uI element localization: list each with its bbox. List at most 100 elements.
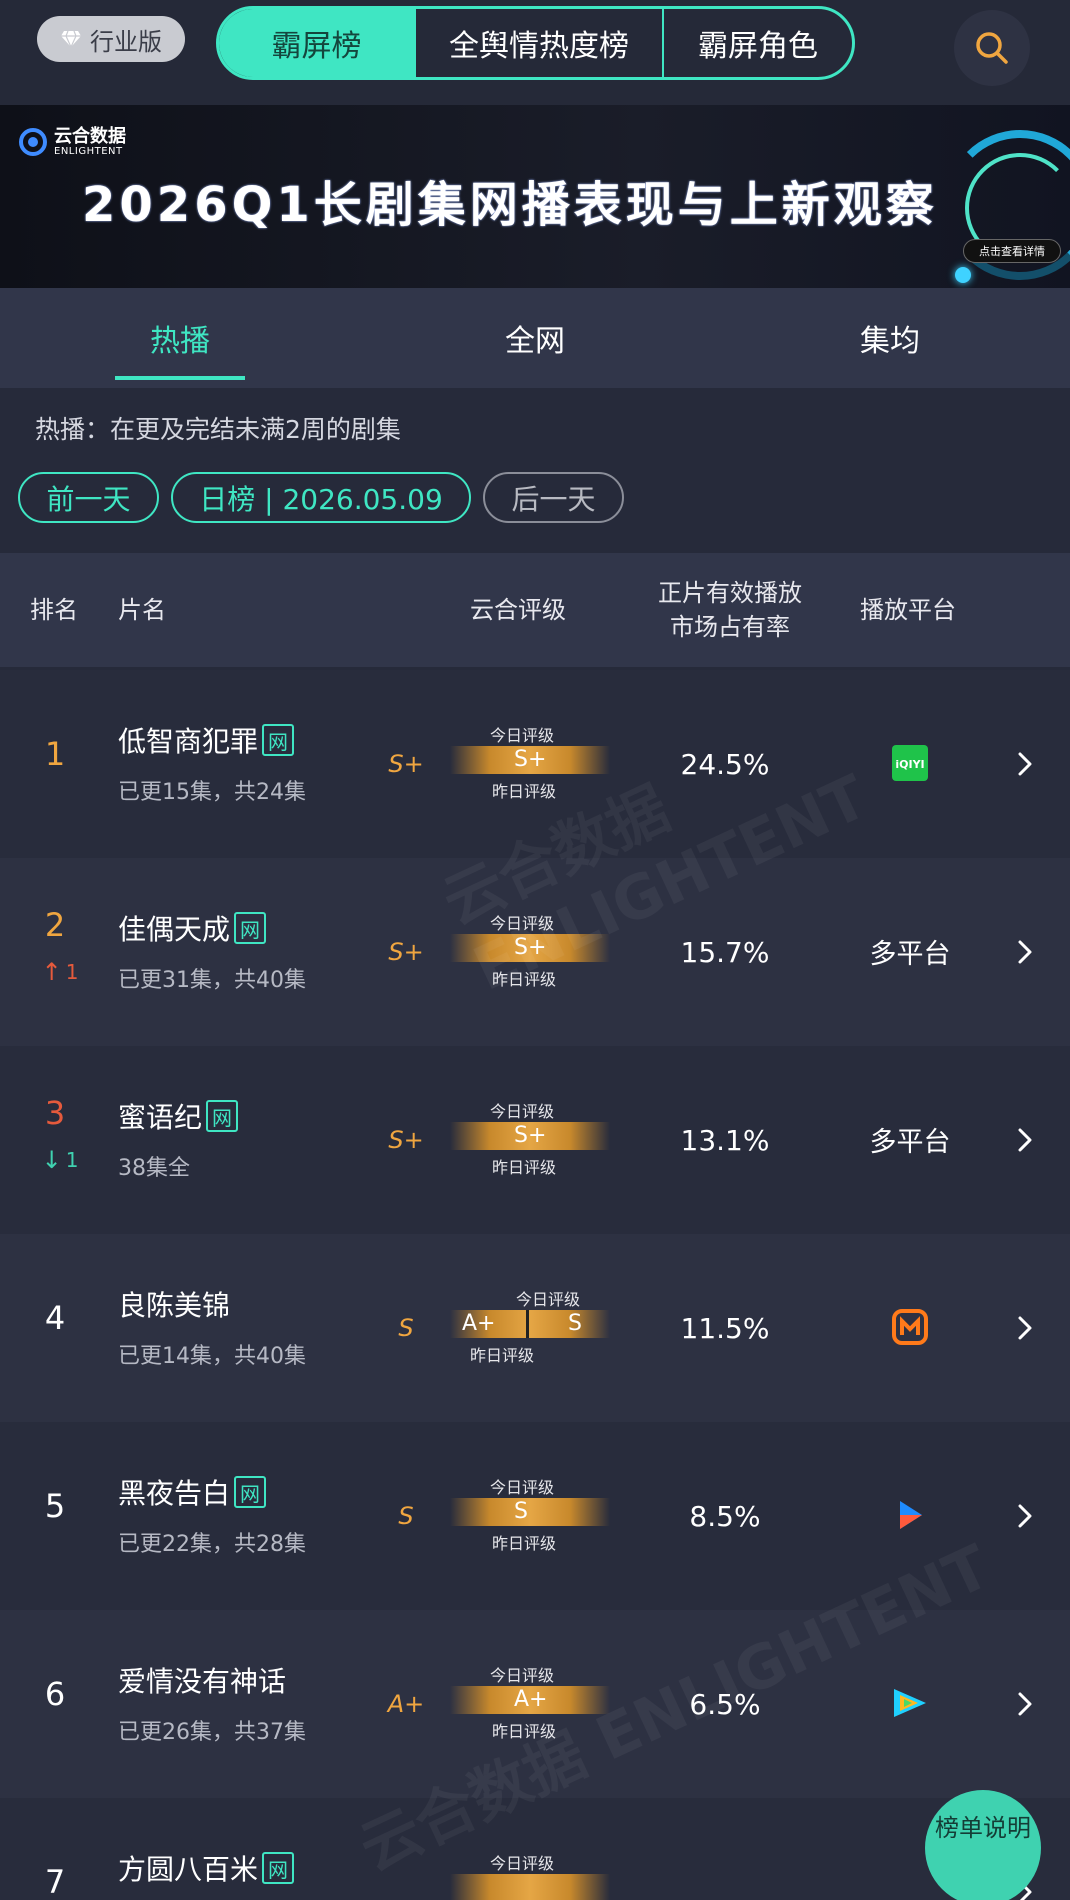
platform-text: 多平台: [869, 938, 951, 970]
rank-number: 6: [44, 1675, 66, 1713]
banner-title: 2026Q1长剧集网播表现与上新观察: [82, 177, 938, 233]
web-drama-badge: 网: [262, 1852, 295, 1884]
rating-gauge: 今日评级昨日评级: [440, 1850, 620, 1900]
search-icon: [976, 32, 1008, 64]
market-share-value: 13.1%: [680, 1124, 770, 1157]
drama-title: 爱情没有神话: [118, 1665, 287, 1698]
yesterday-rating-label: 昨日评级: [492, 1158, 557, 1177]
chevron-right-icon: [1018, 940, 1032, 964]
row-detail-button[interactable]: [1010, 1496, 1040, 1536]
top-bar: 行业版 霸屏榜 全舆情热度榜 霸屏角色: [0, 0, 1070, 105]
header-title: 片名: [118, 596, 166, 624]
enlightent-logo: 云合数据 ENLIGHTENT: [18, 127, 126, 157]
yesterday-rating-label: 昨日评级: [492, 782, 557, 801]
today-rating-label: 今日评级: [516, 1290, 581, 1309]
today-rating-label: 今日评级: [490, 1102, 555, 1121]
previous-day-button[interactable]: 前一天: [18, 472, 159, 523]
header-market-share: 正片有效播放 市场占有率: [658, 579, 802, 641]
rank-number: 7: [44, 1863, 66, 1900]
rating-grade: S+: [388, 1126, 424, 1154]
drama-title: 良陈美锦: [118, 1289, 231, 1322]
tab-screen-roles[interactable]: 霸屏角色: [662, 9, 852, 77]
rank-change-value: 1: [65, 1148, 79, 1172]
header-rank: 排名: [30, 596, 78, 624]
drama-title-line[interactable]: 方圆八百米网: [118, 1848, 295, 1888]
next-day-button[interactable]: 后一天: [483, 472, 624, 523]
drama-title-line[interactable]: 黑夜告白网: [118, 1472, 267, 1512]
web-drama-badge: 网: [234, 1476, 267, 1508]
rank-change-value: 1: [65, 960, 79, 984]
rating-bar-value: A+: [462, 1311, 496, 1336]
search-button[interactable]: [954, 10, 1030, 86]
chevron-right-icon: [1018, 1692, 1032, 1716]
drama-title-line[interactable]: 爱情没有神话: [118, 1660, 286, 1700]
market-share-value: 8.5%: [689, 1500, 761, 1533]
tab-public-opinion-heat[interactable]: 全舆情热度榜: [414, 9, 662, 77]
drama-title: 低智商犯罪: [118, 725, 259, 758]
yesterday-rating-label: 昨日评级: [470, 1346, 535, 1365]
diamond-icon: [61, 30, 81, 48]
decorative-dot: [955, 267, 971, 283]
rating-bar: [450, 1874, 610, 1900]
episode-progress: 已更26集，共37集: [118, 1720, 306, 1745]
rank-change-indicator: ↑ 1: [30, 958, 90, 986]
rating-gauge: 今日评级 S 昨日评级: [440, 1474, 620, 1554]
enlightent-logo-icon: [19, 128, 47, 156]
row-detail-button[interactable]: [1010, 1684, 1040, 1724]
drama-title: 方圆八百米: [118, 1853, 259, 1886]
drama-title-line[interactable]: 低智商犯罪网: [118, 720, 295, 760]
drama-title-line[interactable]: 蜜语纪网: [118, 1096, 239, 1136]
edition-switch-button[interactable]: 行业版: [37, 16, 185, 62]
banner-detail-button[interactable]: 点击查看详情: [963, 239, 1061, 263]
chevron-right-icon: [1018, 1128, 1032, 1152]
drama-title: 黑夜告白: [118, 1477, 231, 1510]
row-detail-button[interactable]: [1010, 1120, 1040, 1160]
drama-title-line[interactable]: 佳偶天成网: [118, 908, 267, 948]
web-drama-badge: 网: [234, 912, 267, 944]
today-rating-label: 今日评级: [490, 1666, 555, 1685]
rating-bar-value: S+: [514, 1123, 547, 1148]
episode-progress: 已更14集，共40集: [118, 1344, 306, 1369]
tab-all-network[interactable]: 全网: [415, 288, 655, 388]
rating-bar: S: [450, 1498, 610, 1526]
today-rating-label: 今日评级: [490, 726, 555, 745]
rank-number: 1: [44, 735, 66, 773]
rating-bar-value: A+: [514, 1687, 548, 1712]
tab-screen-dominance[interactable]: 霸屏榜: [219, 9, 414, 77]
chevron-right-icon: [1018, 1316, 1032, 1340]
ranking-explanation-button[interactable]: 榜单说明: [925, 1790, 1041, 1900]
episode-progress: 已更15集，共24集: [118, 780, 306, 805]
drama-title: 蜜语纪: [118, 1101, 203, 1134]
rating-grade: S: [398, 1314, 414, 1342]
web-drama-badge: 网: [206, 1100, 239, 1132]
episode-progress: 已更31集，共40集: [118, 968, 306, 993]
rank-number: 4: [44, 1299, 66, 1337]
rating-bar-value: S+: [514, 747, 547, 772]
drama-title-line[interactable]: 良陈美锦: [118, 1284, 230, 1324]
rating-gauge: 今日评级 A+ S 昨日评级: [440, 1286, 620, 1366]
rank-number: 5: [44, 1487, 66, 1525]
rating-bar-value-today: S: [568, 1311, 582, 1336]
rating-bar: S+: [450, 746, 610, 774]
date-selector[interactable]: 日榜 | 2026.05.09: [171, 472, 471, 523]
platform-text: 多平台: [869, 1126, 951, 1158]
episode-progress: 38集全: [118, 1156, 190, 1181]
arrow-up-icon: ↑: [41, 958, 62, 986]
rank-change-indicator: ↓ 1: [30, 1146, 90, 1174]
table-row[interactable]: 4 良陈美锦 已更14集，共40集 S 今日评级 A+ S 昨日评级 11.5%: [0, 1234, 1070, 1422]
table-row[interactable]: 3 ↓ 1 蜜语纪网 38集全 S+ 今日评级 S+ 昨日评级 13.1% 多平台: [0, 1046, 1070, 1234]
logo-text-en: ENLIGHTENT: [54, 145, 123, 157]
tab-per-episode[interactable]: 集均: [770, 288, 1010, 388]
web-drama-badge: 网: [262, 724, 295, 756]
episode-progress: 已更22集，共28集: [118, 1532, 306, 1557]
mango-tv-icon: [892, 1309, 928, 1345]
youku-icon: [900, 1501, 922, 1529]
rank-number: 3: [44, 1094, 66, 1132]
rating-bar-value: S: [514, 1499, 528, 1524]
promo-banner[interactable]: 云合数据 ENLIGHTENT 2026Q1长剧集网播表现与上新观察 点击查看详…: [0, 105, 1070, 288]
row-detail-button[interactable]: [1010, 1308, 1040, 1348]
row-detail-button[interactable]: [1010, 932, 1040, 972]
platform-cell: [840, 1678, 980, 1728]
rating-gauge: 今日评级 S+ 昨日评级: [440, 1098, 620, 1178]
tab-hot-airing[interactable]: 热播: [60, 288, 300, 388]
